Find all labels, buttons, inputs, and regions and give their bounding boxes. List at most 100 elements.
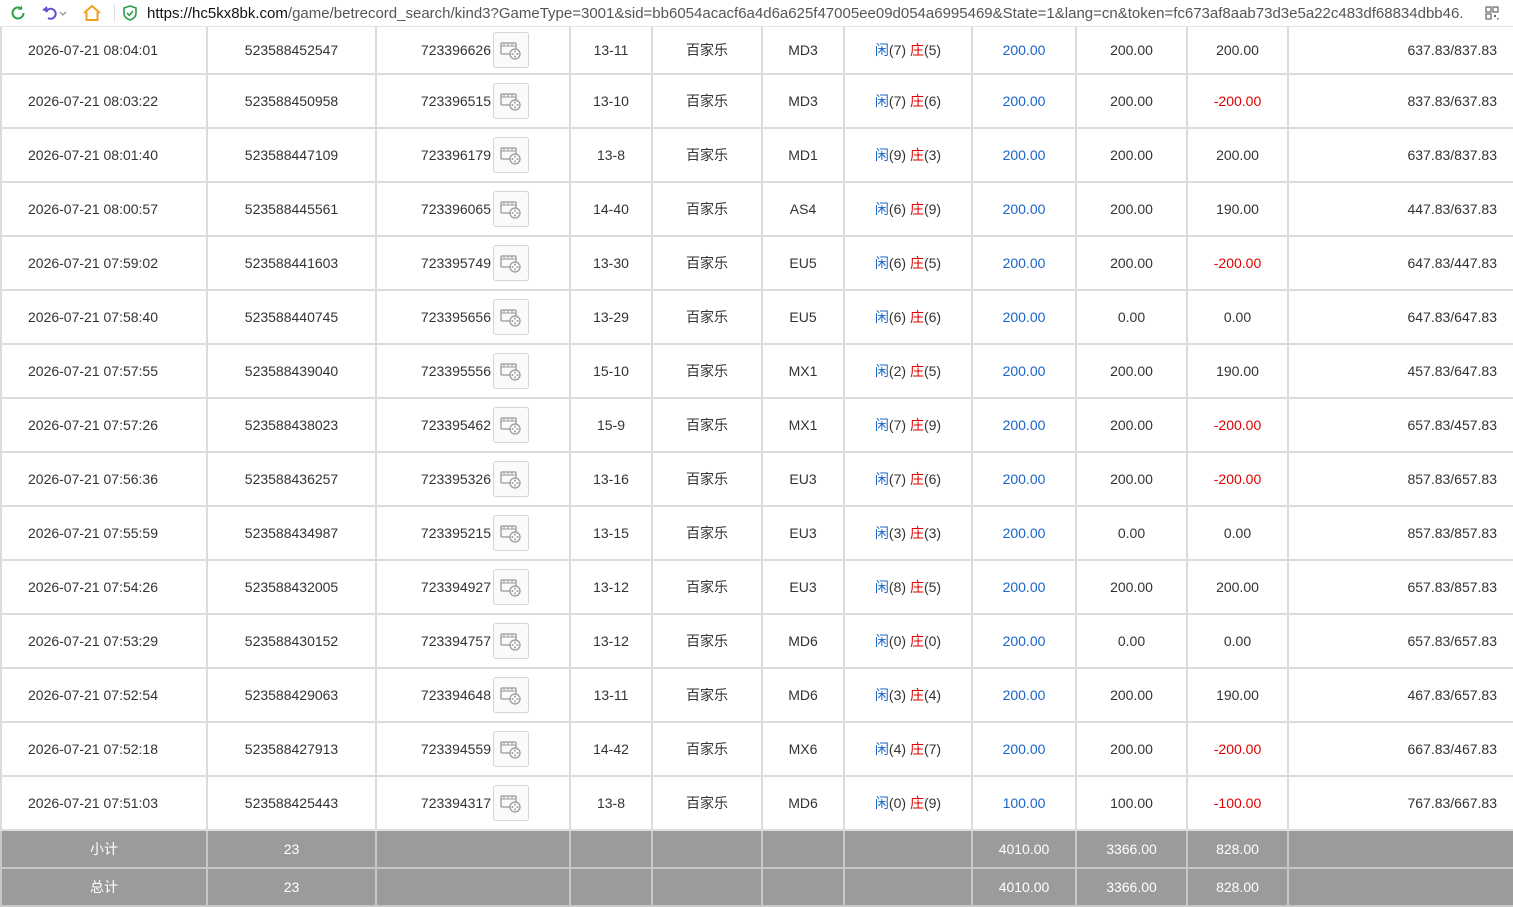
banker-score: (5) <box>923 579 942 595</box>
bet-amount-cell: 200.00 <box>971 290 1077 345</box>
table-code-cell: MX6 <box>761 722 845 777</box>
win-loss-cell: 200.00 <box>1186 560 1289 615</box>
video-replay-button[interactable] <box>493 245 529 281</box>
win-loss-cell: 190.00 <box>1186 668 1289 723</box>
video-replay-button[interactable] <box>493 191 529 227</box>
film-reel-icon <box>500 687 521 705</box>
player-label: 闲 <box>874 687 889 703</box>
game-type-cell: 百家乐 <box>651 560 763 615</box>
qr-code-icon[interactable] <box>1485 6 1499 23</box>
table-row: 2026-07-21 07:54:26 523588432005 7233949… <box>0 560 1513 615</box>
result-cell: 闲(4) 庄(7) <box>843 722 973 777</box>
win-loss-cell: -100.00 <box>1186 776 1289 831</box>
url-field[interactable]: https://hc5kx8bk.com/game/betrecord_sear… <box>147 5 1472 22</box>
table-code-cell: MD3 <box>761 27 845 75</box>
balance-cell: 467.83/657.83 <box>1287 668 1513 723</box>
round-id-cell: 723396626 <box>375 27 571 75</box>
valid-bet-cell: 0.00 <box>1075 290 1188 345</box>
balance-cell: 657.83/457.83 <box>1287 398 1513 453</box>
video-replay-button[interactable] <box>493 731 529 767</box>
result-cell: 闲(8) 庄(5) <box>843 560 973 615</box>
video-replay-button[interactable] <box>493 32 529 68</box>
empty-cell <box>1287 868 1513 907</box>
result-cell: 闲(6) 庄(9) <box>843 182 973 237</box>
bet-amount-cell: 200.00 <box>971 27 1077 75</box>
empty-cell <box>375 868 571 907</box>
balance-cell: 657.83/657.83 <box>1287 614 1513 669</box>
round-id-cell: 723396515 <box>375 74 571 129</box>
video-replay-button[interactable] <box>493 461 529 497</box>
bet-amount-cell: 200.00 <box>971 236 1077 291</box>
table-code-cell: MD3 <box>761 74 845 129</box>
subtotal-bet: 4010.00 <box>971 831 1077 869</box>
game-type-cell: 百家乐 <box>651 614 763 669</box>
video-replay-button[interactable] <box>493 515 529 551</box>
result-cell: 闲(0) 庄(9) <box>843 776 973 831</box>
bet-amount-cell: 200.00 <box>971 74 1077 129</box>
bet-id-cell: 523588430152 <box>206 614 377 669</box>
film-reel-icon <box>500 255 521 273</box>
round-id: 723395556 <box>420 363 491 379</box>
total-win: 828.00 <box>1186 868 1289 907</box>
balance-cell: 657.83/857.83 <box>1287 560 1513 615</box>
home-button[interactable] <box>72 0 112 26</box>
video-replay-button[interactable] <box>493 785 529 821</box>
url-path: /game/betrecord_search/kind3?GameType=30… <box>287 4 1464 22</box>
subtotal-label: 小计 <box>0 831 208 869</box>
player-label: 闲 <box>874 309 889 325</box>
empty-cell <box>843 831 973 869</box>
total-bet: 4010.00 <box>971 868 1077 907</box>
round-id-cell: 723395462 <box>375 398 571 453</box>
win-loss-cell: -200.00 <box>1186 452 1289 507</box>
banker-label: 庄 <box>909 525 924 541</box>
video-replay-button[interactable] <box>493 137 529 173</box>
balance-cell: 647.83/647.83 <box>1287 290 1513 345</box>
table-row: 2026-07-21 08:00:57 523588445561 7233960… <box>0 182 1513 237</box>
video-replay-button[interactable] <box>493 677 529 713</box>
player-label: 闲 <box>874 255 889 271</box>
player-label: 闲 <box>874 42 889 58</box>
shoe-hand-cell: 13-29 <box>569 290 653 345</box>
round-id-cell: 723394648 <box>375 668 571 723</box>
round-id: 723395462 <box>420 417 491 433</box>
banker-label: 庄 <box>909 741 924 757</box>
round-id-cell: 723394559 <box>375 722 571 777</box>
balance-cell: 447.83/637.83 <box>1287 182 1513 237</box>
table-row: 2026-07-21 08:01:40 523588447109 7233961… <box>0 128 1513 183</box>
video-replay-button[interactable] <box>493 83 529 119</box>
video-replay-button[interactable] <box>493 569 529 605</box>
game-type-cell: 百家乐 <box>651 452 763 507</box>
banker-label: 庄 <box>909 579 924 595</box>
banker-score: (5) <box>923 255 942 271</box>
table-code-cell: MX1 <box>761 398 845 453</box>
video-replay-button[interactable] <box>493 407 529 443</box>
round-id-cell: 723395215 <box>375 506 571 561</box>
empty-cell <box>761 868 845 907</box>
bet-amount-cell: 200.00 <box>971 128 1077 183</box>
valid-bet-cell: 200.00 <box>1075 74 1188 129</box>
undo-button[interactable] <box>36 0 72 26</box>
round-id: 723394317 <box>420 795 491 811</box>
video-replay-button[interactable] <box>493 353 529 389</box>
video-replay-button[interactable] <box>493 623 529 659</box>
empty-cell <box>651 868 763 907</box>
player-label: 闲 <box>874 147 889 163</box>
refresh-button[interactable] <box>0 0 36 26</box>
shoe-hand-cell: 13-8 <box>569 128 653 183</box>
bet-amount-cell: 200.00 <box>971 398 1077 453</box>
table-row: 2026-07-21 07:58:40 523588440745 7233956… <box>0 290 1513 345</box>
win-loss-cell: 200.00 <box>1186 128 1289 183</box>
win-loss-cell: -200.00 <box>1186 398 1289 453</box>
bet-time-cell: 2026-07-21 07:54:26 <box>0 560 208 615</box>
video-replay-button[interactable] <box>493 299 529 335</box>
valid-bet-cell: 200.00 <box>1075 182 1188 237</box>
table-row: 2026-07-21 08:03:22 523588450958 7233965… <box>0 74 1513 129</box>
bet-id-cell: 523588432005 <box>206 560 377 615</box>
table-row: 2026-07-21 07:52:18 523588427913 7233945… <box>0 722 1513 777</box>
shoe-hand-cell: 15-9 <box>569 398 653 453</box>
game-type-cell: 百家乐 <box>651 27 763 75</box>
film-reel-icon <box>500 525 521 543</box>
bet-id-cell: 523588445561 <box>206 182 377 237</box>
table-code-cell: EU3 <box>761 560 845 615</box>
win-loss-cell: 0.00 <box>1186 614 1289 669</box>
